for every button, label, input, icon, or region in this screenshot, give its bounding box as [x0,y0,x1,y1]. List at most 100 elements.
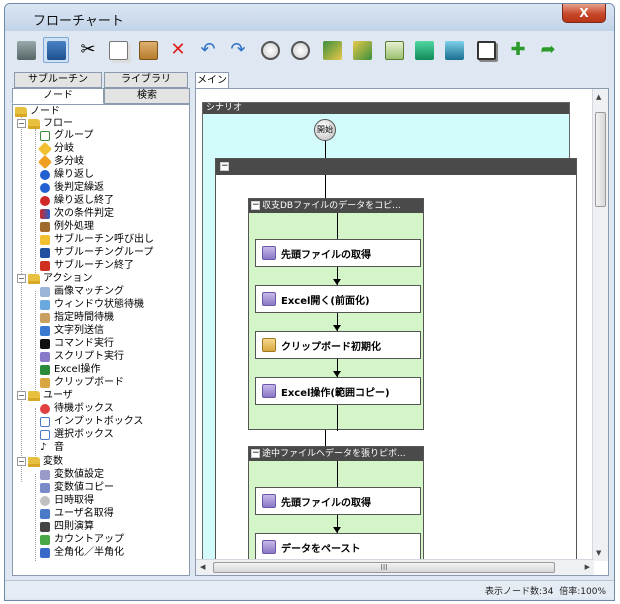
tree-item[interactable]: インプットボックス [40,415,143,428]
tree-item[interactable]: 後判定繰返 [40,181,104,194]
count-up-icon [40,534,50,545]
folder-icon [28,456,40,467]
vertical-scroll-thumb[interactable] [595,112,606,207]
save-icon[interactable] [43,37,69,63]
tree-folder-action[interactable]: − アクション [17,272,93,285]
tree-item[interactable]: Excel操作 [40,363,101,376]
tree-item[interactable]: サブルーチン終了 [40,259,134,272]
folder-icon [28,390,40,401]
username-icon [40,508,50,519]
excel-icon [40,364,50,375]
exit-icon[interactable]: ➦ [535,37,561,63]
collapse-icon[interactable]: − [17,391,26,400]
tree-item[interactable]: 文字列送信 [40,324,104,337]
tab-node[interactable]: ノード [12,88,104,104]
scroll-left-icon[interactable]: ◀ [200,563,205,571]
delete-icon[interactable]: ✕ [165,37,191,63]
import-icon[interactable] [349,37,375,63]
tree-item[interactable]: 選択ボックス [40,428,114,441]
scroll-down-icon[interactable]: ▼ [596,549,601,557]
tree-item[interactable]: ♪ 音 [40,441,64,454]
flow-node[interactable]: データをペースト [255,533,421,561]
horizontal-scroll-thumb[interactable]: III [213,562,555,573]
tree-item[interactable]: 次の条件判定 [40,207,114,220]
tree-item[interactable]: カウントアップ [40,533,124,546]
scroll-right-icon[interactable]: ▶ [585,563,590,571]
tree-item[interactable]: サブルーチングループ [40,246,153,259]
flowchart-window: フローチャート X ✂ ✕ ↶ ↷ ✚ ➦ サブルーチン ライブラリ ノード 検… [4,3,615,601]
upload-icon[interactable] [411,37,437,63]
tree-item[interactable]: 待機ボックス [40,402,114,415]
paste-icon[interactable] [135,37,161,63]
tree-item[interactable]: 例外処理 [40,220,94,233]
tree-folder-user[interactable]: − ユーザ [17,389,73,402]
tree-item[interactable]: ウィンドウ状態待機 [40,298,144,311]
new-icon[interactable] [13,37,39,63]
flow-node[interactable]: Excel開く(前面化) [255,285,421,313]
subgroup-collapse-button[interactable]: − [251,449,260,458]
tree-item[interactable]: 全角化／半角化 [40,546,124,559]
image-match-icon [40,286,50,297]
tree-item[interactable]: 日時取得 [40,494,94,507]
window-wait-icon [40,299,50,310]
cut-icon[interactable]: ✂ [75,37,101,63]
add-icon[interactable]: ✚ [505,37,531,63]
outer-group[interactable]: − 収支DBファイルのデータをコピ... − 先頭ファイルの取得 Excel開く… [215,158,577,575]
undo-icon[interactable]: ↶ [195,37,221,63]
group-header: − [216,159,576,175]
tree-item[interactable]: クリップボード [40,376,124,389]
collapse-icon[interactable]: − [17,274,26,283]
vertical-scrollbar[interactable]: ▲ ▼ [592,89,608,561]
subgroup-1[interactable]: 収支DBファイルのデータをコピ... − 先頭ファイルの取得 Excel開く(前… [248,198,424,431]
tree-item[interactable]: サブルーチン呼び出し [40,233,154,246]
subgroup-collapse-button[interactable]: − [251,201,260,210]
scroll-up-icon[interactable]: ▲ [596,93,601,101]
group-collapse-button[interactable]: − [220,162,229,171]
multi-branch-icon [37,154,53,169]
tree-item[interactable]: グループ [40,129,93,142]
download-icon[interactable] [441,37,467,63]
tree-item[interactable]: 四則演算 [40,520,94,533]
tree-item[interactable]: スクリプト実行 [40,350,124,363]
loop-icon [40,169,50,180]
tree-item[interactable]: 繰り返し [40,168,94,181]
settings-icon[interactable] [381,37,407,63]
redo-icon[interactable]: ↷ [225,37,251,63]
tab-library[interactable]: ライブラリ [104,72,188,88]
tree-item[interactable]: 画像マッチング [40,285,124,298]
connector [337,461,338,487]
script-icon [262,246,276,260]
tab-search[interactable]: 検索 [104,88,190,104]
tree-item[interactable]: 多分岐 [37,154,84,169]
command-icon [40,338,50,349]
tree-item[interactable]: 指定時間待機 [40,311,114,324]
script-icon [262,540,276,554]
tree-item[interactable]: 繰り返し終了 [40,194,114,207]
connector [325,175,326,198]
tree-item[interactable]: ユーザ名取得 [40,507,114,520]
tree-item[interactable]: 分岐 [37,141,74,156]
flow-node[interactable]: 先頭ファイルの取得 [255,239,421,267]
export-icon[interactable] [319,37,345,63]
title-bar: フローチャート X [5,4,614,31]
tree-item[interactable]: コマンド実行 [40,337,114,350]
collapse-icon[interactable]: − [17,119,26,128]
horizontal-scrollbar[interactable]: ◀ III ▶ [196,559,594,575]
flow-node[interactable]: Excel操作(範囲コピー) [255,377,421,405]
close-button[interactable]: X [562,4,606,23]
subgroup-2[interactable]: 途中ファイルへデータを張りピボ... − 先頭ファイルの取得 データをペースト [248,446,424,575]
collapse-icon[interactable]: − [17,457,26,466]
start-node[interactable]: 開始 [314,119,336,141]
flow-node[interactable]: クリップボード初期化 [255,331,421,359]
zoom-in-icon[interactable] [257,37,283,63]
tree-item[interactable]: 変数値コピー [40,481,114,494]
tree-folder-variable[interactable]: − 変数 [17,455,63,468]
zoom-out-icon[interactable] [287,37,313,63]
window-icon[interactable] [473,37,499,63]
tab-main[interactable]: メイン [195,72,229,89]
flow-canvas[interactable]: シナリオ 開始 − 収支DBファイルのデータをコピ... − 先頭ファイルの取得 [195,88,609,576]
copy-icon[interactable] [105,37,131,63]
tab-subroutine[interactable]: サブルーチン [14,72,102,88]
flow-node[interactable]: 先頭ファイルの取得 [255,487,421,515]
tree-item[interactable]: 変数値設定 [40,468,104,481]
